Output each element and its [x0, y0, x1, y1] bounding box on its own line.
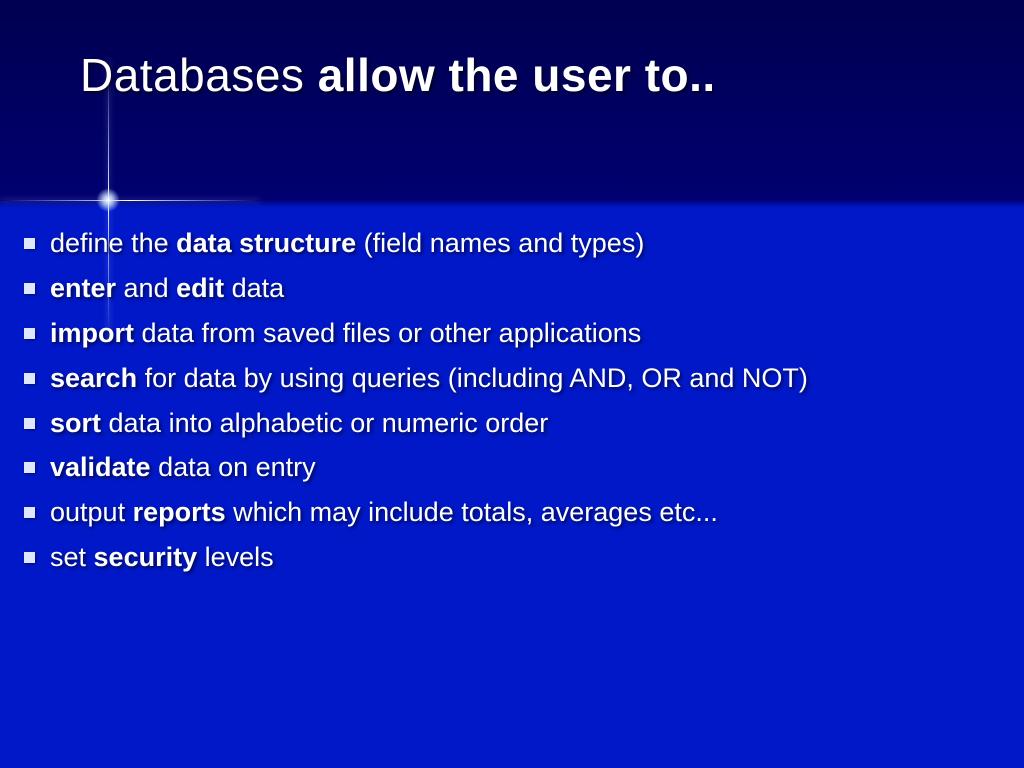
slide-title: Databases allow the user to.. — [80, 48, 964, 102]
bullet-list: define the data structure (field names a… — [20, 224, 984, 583]
title-light: Databases — [80, 49, 318, 101]
list-item: set security levels — [20, 538, 984, 577]
list-item: validate data on entry — [20, 448, 984, 487]
list-item: sort data into alphabetic or numeric ord… — [20, 404, 984, 443]
list-item: output reports which may include totals,… — [20, 493, 984, 532]
list-item: enter and edit data — [20, 269, 984, 308]
list-item: import data from saved files or other ap… — [20, 314, 984, 353]
list-item: search for data by using queries (includ… — [20, 359, 984, 398]
list-item: define the data structure (field names a… — [20, 224, 984, 263]
title-bold: allow the user to.. — [318, 49, 716, 101]
